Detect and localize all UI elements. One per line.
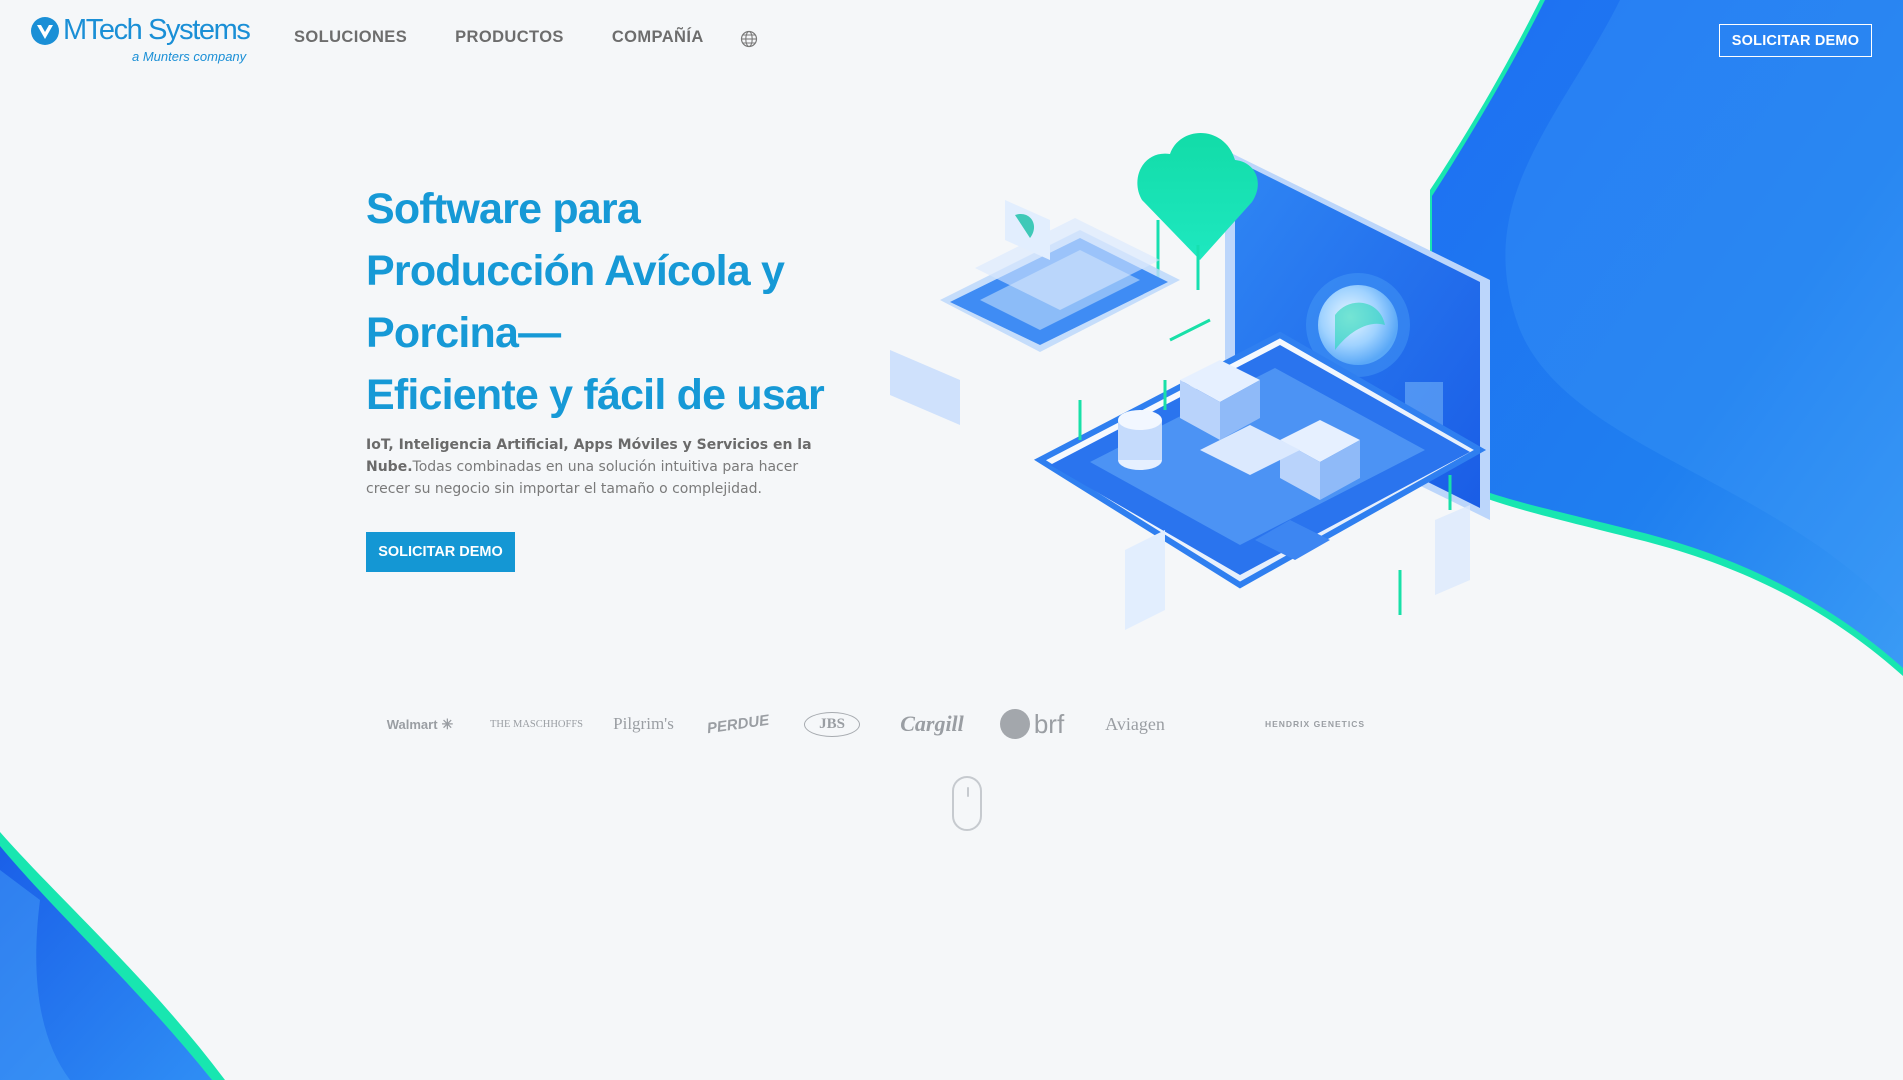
client-logo-label: brf xyxy=(1033,708,1065,739)
mouse-scroll-icon[interactable] xyxy=(952,776,982,831)
client-logo-brf: brf xyxy=(992,700,1072,748)
client-logo-jbs: JBS xyxy=(794,700,870,748)
client-logo-label: JBS xyxy=(804,711,860,737)
site-header: MTech Systems a Munters company SOLUCION… xyxy=(0,0,1903,80)
client-logo-walmart: Walmart ✳ xyxy=(384,700,456,748)
brand-tagline: a Munters company xyxy=(132,49,247,64)
client-logos: Walmart ✳ THE MASCHHOFFS Pilgrim's PERDU… xyxy=(384,700,1384,750)
hero-title-line: Software para xyxy=(366,185,641,233)
client-logo-label: HENDRIX GENETICS xyxy=(1264,719,1366,729)
client-logo-hendrix-genetics: HENDRIX GENETICS xyxy=(1260,700,1370,748)
hero-description: IoT, Inteligencia Artificial, Apps Móvil… xyxy=(366,434,836,500)
client-logo-cargill: Cargill xyxy=(894,700,970,748)
client-logo-label: Cargill xyxy=(900,711,964,736)
scroll-wheel xyxy=(967,787,969,797)
client-logo-label: Aviagen xyxy=(1105,713,1165,734)
nav-item-productos[interactable]: PRODUCTOS xyxy=(455,28,564,47)
hero-title-line: Producción Avícola y xyxy=(366,247,785,295)
client-logo-label: Pilgrim's xyxy=(613,714,674,733)
request-demo-hero-button[interactable]: SOLICITAR DEMO xyxy=(366,532,515,572)
main-nav: SOLUCIONES PRODUCTOS COMPAÑÍA xyxy=(294,28,752,47)
client-logo-label: THE MASCHHOFFS xyxy=(489,718,584,730)
brand-logo[interactable]: MTech Systems a Munters company xyxy=(30,14,251,66)
hero-title-line: Eficiente y fácil de usar xyxy=(366,371,825,419)
walmart-spark-icon: ✳ xyxy=(441,715,454,732)
client-logo-label: PERDUE xyxy=(705,711,771,737)
mtech-logo-icon xyxy=(31,17,59,45)
client-logo-pilgrims: Pilgrim's xyxy=(606,700,681,748)
client-logo-maschhoffs: THE MASCHHOFFS xyxy=(489,700,584,748)
hero-title: Software para Producción Avícola y Porci… xyxy=(366,178,926,426)
client-logo-label: Walmart xyxy=(386,716,438,732)
brand-name: MTech Systems xyxy=(63,14,251,46)
client-logo-aviagen: Aviagen xyxy=(1096,700,1174,748)
client-logo-perdue: PERDUE xyxy=(695,695,781,754)
isometric-farm-illustration xyxy=(890,132,1490,630)
request-demo-header-button[interactable]: SOLICITAR DEMO xyxy=(1719,24,1872,57)
brf-globe-icon xyxy=(999,709,1030,739)
globe-icon[interactable] xyxy=(740,30,758,48)
nav-item-compania[interactable]: COMPAÑÍA xyxy=(612,28,704,47)
hero-description-text: Todas combinadas en una solución intuiti… xyxy=(366,459,799,497)
nav-item-soluciones[interactable]: SOLUCIONES xyxy=(294,28,407,47)
hero-title-line: Porcina— xyxy=(366,309,561,357)
